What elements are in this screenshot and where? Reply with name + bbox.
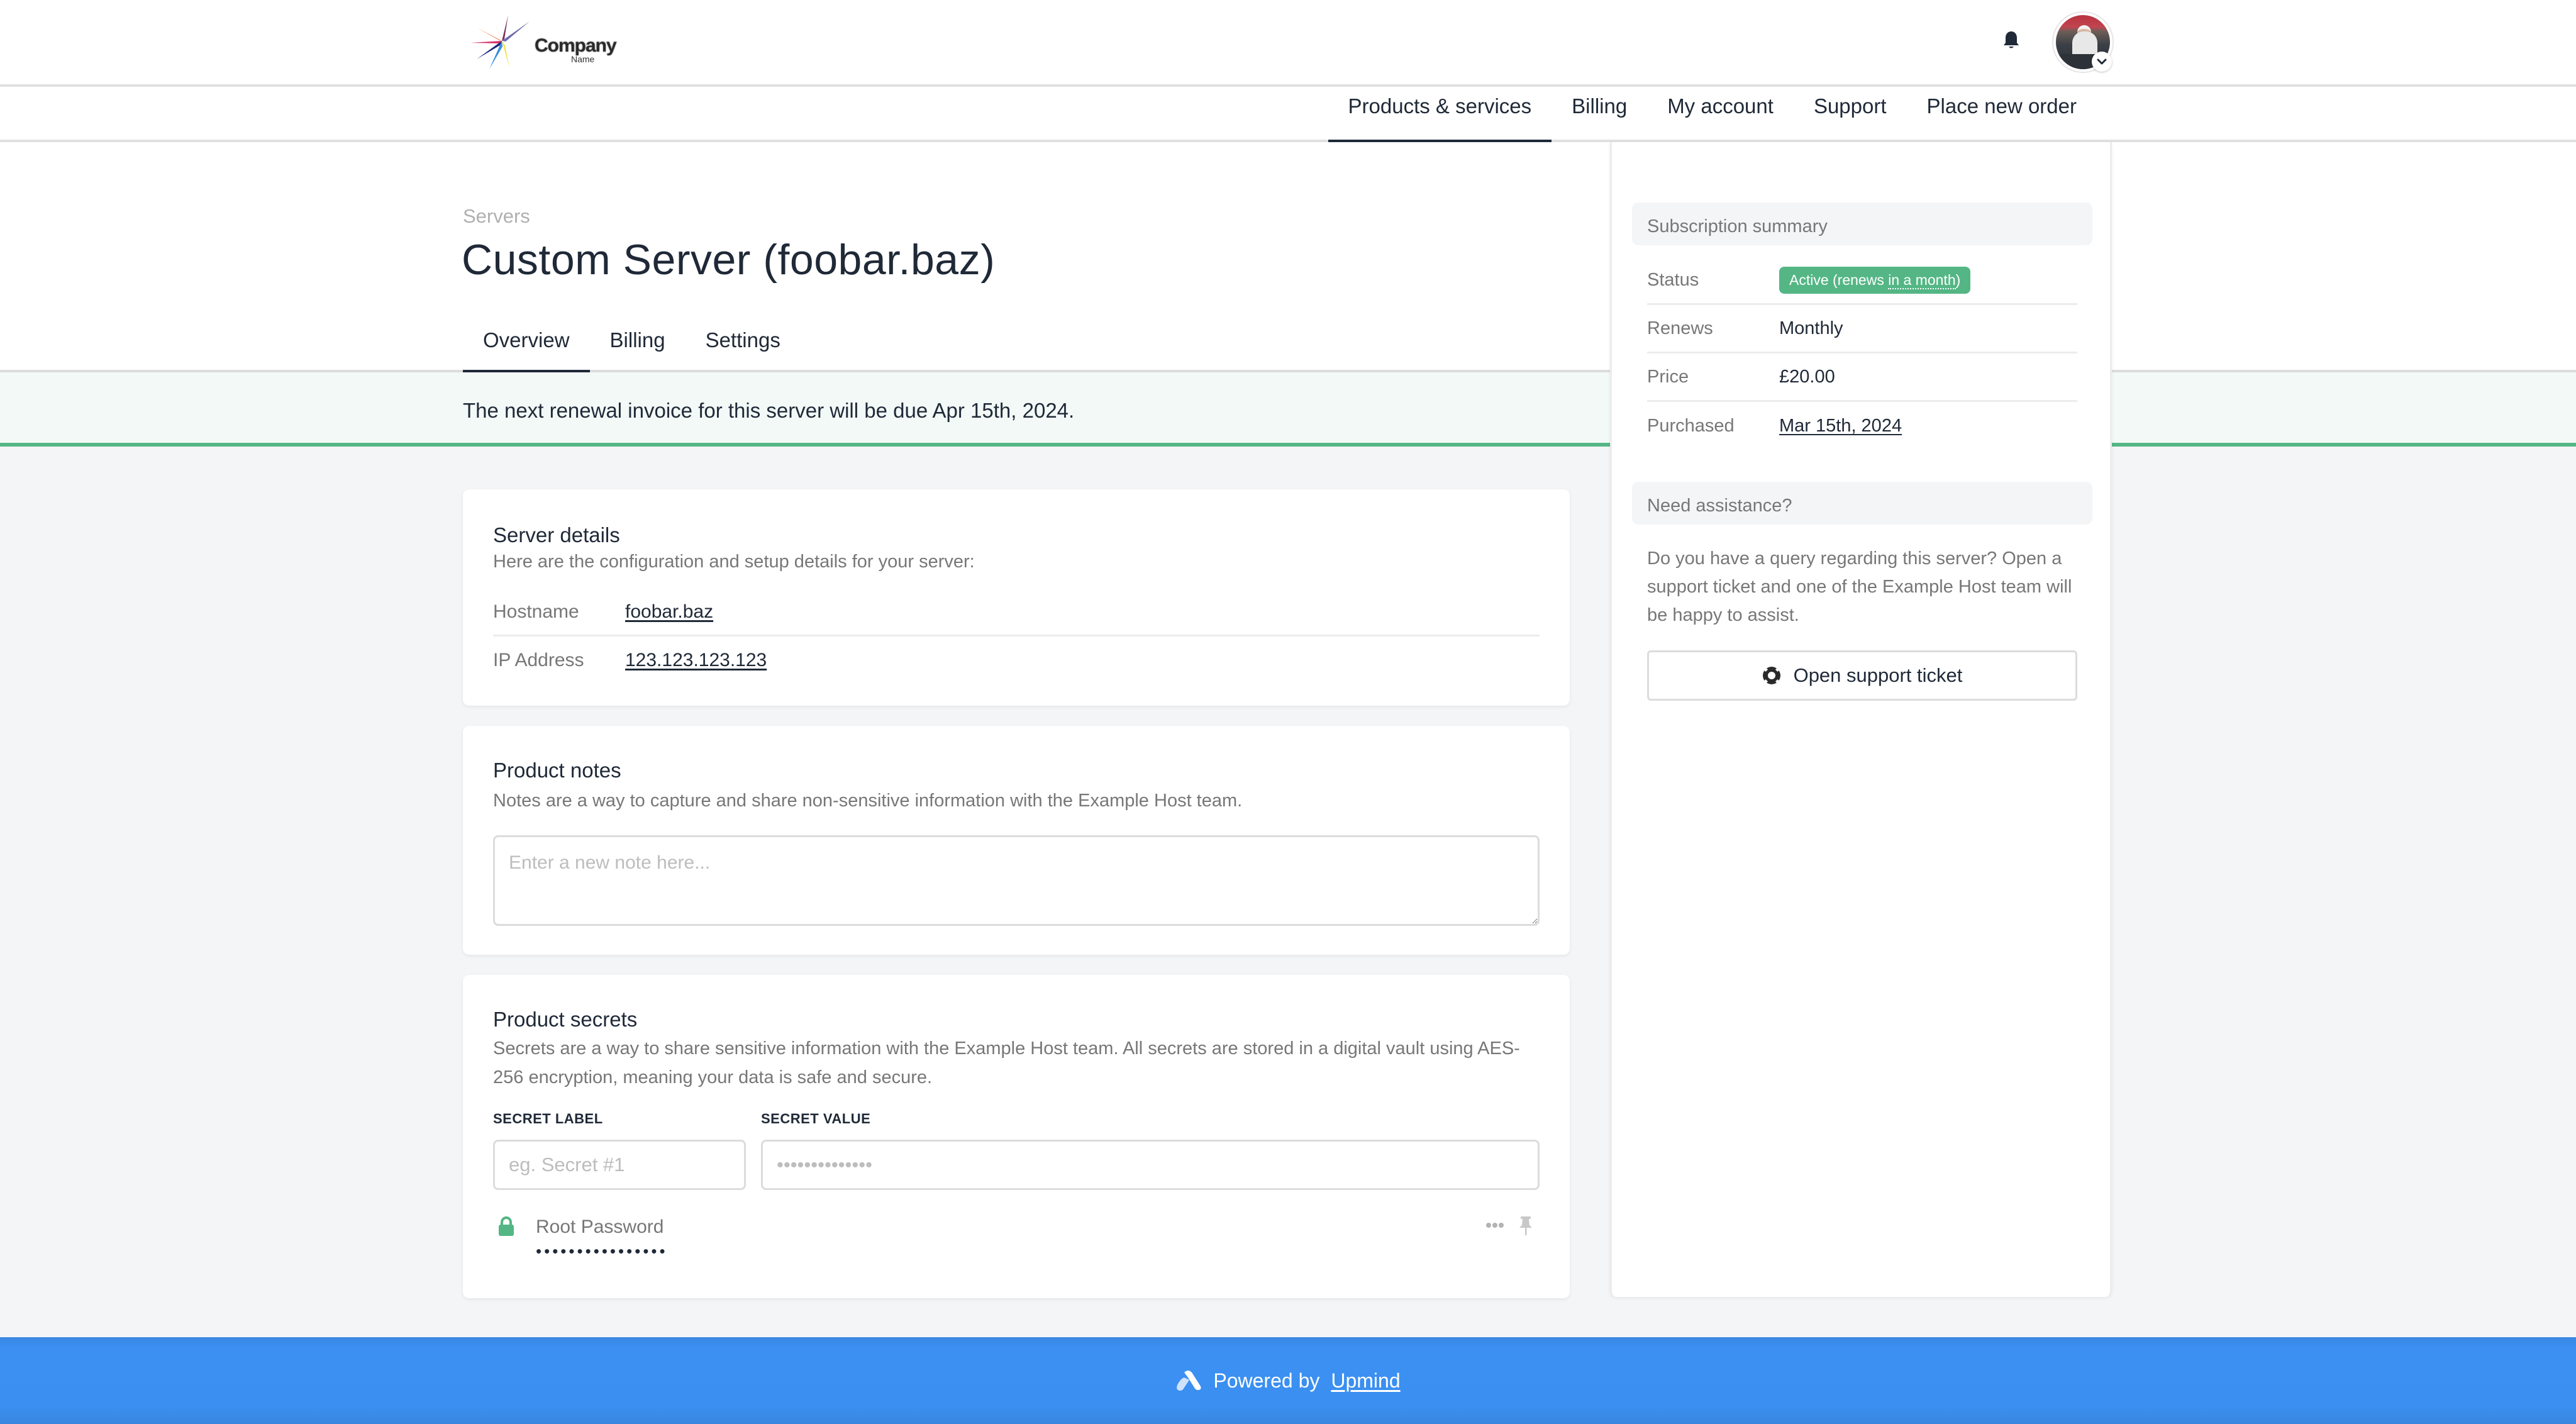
subscription-summary-heading: Subscription summary — [1632, 203, 2092, 245]
price-value: £20.00 — [1779, 366, 1835, 387]
server-details-title: Server details — [493, 523, 620, 547]
renewal-notice-text: The next renewal invoice for this server… — [463, 399, 1075, 422]
nav-item-place-new-order[interactable]: Place new order — [1907, 87, 2097, 142]
purchased-date-link[interactable]: Mar 15th, 2024 — [1779, 416, 1902, 437]
renews-value: Monthly — [1779, 318, 1843, 338]
nav-item-my-account[interactable]: My account — [1647, 87, 1794, 142]
ip-address-link[interactable]: 123.123.123.123 — [625, 650, 767, 671]
breadcrumb-servers[interactable]: Servers — [463, 205, 530, 228]
need-assistance-heading: Need assistance? — [1632, 482, 2092, 525]
top-header: Company Name — [0, 0, 2576, 87]
logo-wordmark: Company — [535, 35, 617, 56]
price-row: Price £20.00 — [1647, 353, 2077, 402]
page-tabs: Overview Billing Settings — [463, 321, 801, 374]
logo-subtext: Name — [571, 54, 595, 64]
tab-settings[interactable]: Settings — [686, 321, 801, 372]
purchased-row: Purchased Mar 15th, 2024 — [1647, 402, 2077, 450]
upmind-link[interactable]: Upmind — [1331, 1369, 1400, 1393]
secret-name: Root Password — [536, 1216, 664, 1237]
product-notes-title: Product notes — [493, 759, 621, 782]
status-row: Status Active (renews in a month) — [1647, 257, 2077, 305]
status-label: Status — [1647, 269, 1699, 290]
nav-item-billing[interactable]: Billing — [1552, 87, 1647, 142]
hostname-link[interactable]: foobar.baz — [625, 601, 713, 623]
status-badge-prefix: Active (renews — [1789, 271, 1889, 288]
status-badge: Active (renews in a month) — [1779, 266, 1971, 294]
tab-overview[interactable]: Overview — [463, 321, 590, 374]
nav-menu: Products & services Billing My account S… — [1328, 87, 2097, 143]
sidebar-panel: Subscription summary Status Active (rene… — [1610, 142, 2112, 1297]
status-relative-time[interactable]: in a month — [1888, 271, 1956, 289]
page-title: Custom Server (foobar.baz) — [462, 236, 996, 284]
secret-label-input[interactable] — [493, 1140, 746, 1190]
renews-row: Renews Monthly — [1647, 305, 2077, 353]
assistance-text: Do you have a query regarding this serve… — [1647, 548, 2072, 625]
hostname-label: Hostname — [493, 601, 579, 622]
price-label: Price — [1647, 366, 1689, 387]
upmind-logo-icon — [1177, 1371, 1201, 1391]
nav-item-support[interactable]: Support — [1794, 87, 1907, 142]
bell-icon — [2004, 31, 2019, 48]
ip-address-label: IP Address — [493, 650, 584, 670]
open-support-ticket-label: Open support ticket — [1793, 664, 1963, 686]
ip-address-row: IP Address 123.123.123.123 — [493, 637, 1540, 684]
renews-label: Renews — [1647, 318, 1713, 338]
tab-billing[interactable]: Billing — [590, 321, 686, 372]
product-notes-description: Notes are a way to capture and share non… — [493, 791, 1243, 811]
notifications-button[interactable] — [2002, 30, 2020, 50]
secret-label-field-label: SECRET LABEL — [493, 1111, 603, 1126]
purchased-label: Purchased — [1647, 416, 1735, 436]
lock-icon — [499, 1216, 514, 1236]
main-navigation: Products & services Billing My account S… — [0, 87, 2576, 143]
status-badge-suffix: ) — [1955, 271, 1961, 288]
new-note-textarea[interactable] — [493, 835, 1540, 926]
nav-item-products-services[interactable]: Products & services — [1328, 87, 1552, 143]
product-secrets-card: Product secrets Secrets are a way to sha… — [463, 975, 1570, 1298]
more-options-icon[interactable] — [1485, 1218, 1504, 1233]
lifebuoy-icon — [1762, 667, 1780, 684]
powered-by-text: Powered by — [1213, 1369, 1320, 1392]
footer: Powered by Upmind — [0, 1337, 2576, 1424]
pin-icon[interactable] — [1518, 1215, 1533, 1237]
secret-masked-value[interactable]: •••••••••••••••• — [536, 1242, 668, 1261]
hostname-row: Hostname foobar.baz — [493, 589, 1540, 637]
product-secrets-description: Secrets are a way to share sensitive inf… — [493, 1038, 1520, 1087]
secret-item: Root Password •••••••••••••••• — [493, 1211, 1540, 1274]
chevron-down-icon — [2097, 58, 2107, 65]
server-details-description: Here are the configuration and setup det… — [493, 552, 975, 572]
product-notes-card: Product notes Notes are a way to capture… — [463, 726, 1570, 955]
product-secrets-title: Product secrets — [493, 1008, 638, 1031]
secret-value-input[interactable] — [761, 1140, 1540, 1190]
renewal-notice-banner: The next renewal invoice for this server… — [0, 372, 2576, 447]
page-header: Servers Custom Server (foobar.baz) Overv… — [0, 142, 2576, 374]
starburst-logo-icon — [470, 15, 530, 69]
secret-value-field-label: SECRET VALUE — [761, 1111, 871, 1126]
open-support-ticket-button[interactable]: Open support ticket — [1647, 650, 2077, 701]
account-menu-toggle[interactable] — [2092, 52, 2112, 72]
company-logo[interactable]: Company Name — [470, 13, 617, 69]
